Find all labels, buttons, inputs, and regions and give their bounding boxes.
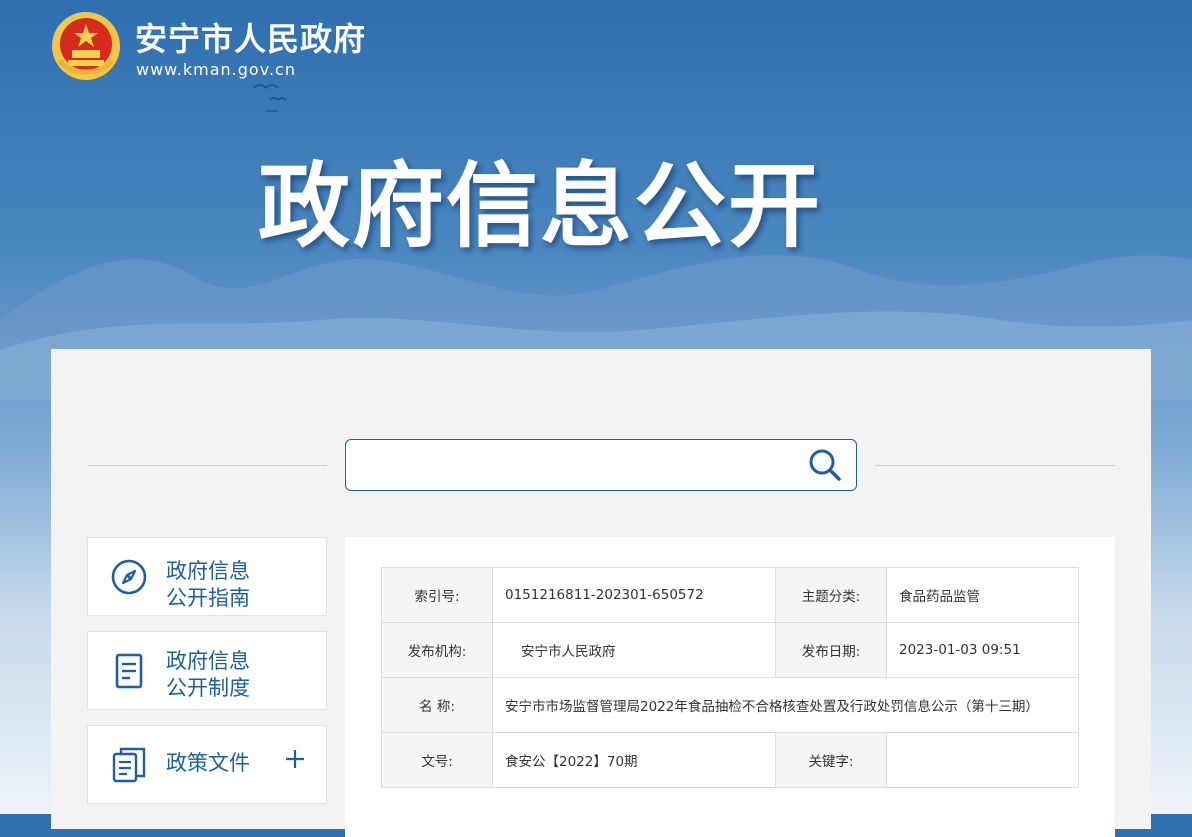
index-label: 索引号: xyxy=(381,567,493,623)
publisher-value: 安宁市人民政府 xyxy=(492,622,776,678)
article-meta-card: 索引号: 0151216811-202301-650572 主题分类: 食品药品… xyxy=(345,537,1115,837)
national-emblem-icon xyxy=(52,12,120,80)
search-icon[interactable] xyxy=(808,448,842,482)
table-row: 索引号: 0151216811-202301-650572 主题分类: 食品药品… xyxy=(381,567,1079,623)
sidebar-item-label: 政策文件 xyxy=(166,751,250,775)
category-label: 主题分类: xyxy=(775,567,887,623)
keywords-value xyxy=(886,732,1079,788)
title-value: 安宁市市场监督管理局2022年食品抽检不合格核查处置及行政处罚信息公示（第十三期… xyxy=(492,677,1079,733)
index-value: 0151216811-202301-650572 xyxy=(492,567,776,623)
compass-icon xyxy=(111,559,147,595)
category-value: 食品药品监管 xyxy=(886,567,1079,623)
keywords-label: 关键字: xyxy=(775,732,887,788)
hero-title: 政府信息公开 xyxy=(258,153,823,260)
doc-number-label: 文号: xyxy=(381,732,493,788)
search-divider-left xyxy=(87,465,327,466)
site-url[interactable]: www.kman.gov.cn xyxy=(136,60,296,79)
meta-table: 索引号: 0151216811-202301-650572 主题分类: 食品药品… xyxy=(381,567,1079,788)
table-row: 文号: 食安公【2022】70期 关键字: xyxy=(381,732,1079,788)
search-divider-right xyxy=(875,465,1115,466)
title-label: 名 称: xyxy=(381,677,493,733)
table-row: 名 称: 安宁市市场监督管理局2022年食品抽检不合格核查处置及行政处罚信息公示… xyxy=(381,677,1079,733)
publish-date-label: 发布日期: xyxy=(775,622,887,678)
sidebar-item-label: 政府信息 公开制度 xyxy=(166,649,250,700)
search-input[interactable] xyxy=(358,448,792,482)
main-panel: 政府信息 公开指南 政府信息 公开制度 政策文件 索引号: 0151216811… xyxy=(51,349,1151,837)
search-box xyxy=(345,439,857,491)
birds-decoration xyxy=(253,84,287,113)
sidebar-item-label: 政府信息 公开指南 xyxy=(166,559,250,610)
document-icon xyxy=(115,653,143,689)
sidebar-item-system[interactable]: 政府信息 公开制度 xyxy=(87,631,327,710)
site-name[interactable]: 安宁市人民政府 xyxy=(135,14,366,60)
table-row: 发布机构: 安宁市人民政府 发布日期: 2023-01-03 09:51 xyxy=(381,622,1079,678)
publish-date-value: 2023-01-03 09:51 xyxy=(886,622,1079,678)
sidebar-item-guide[interactable]: 政府信息 公开指南 xyxy=(87,537,327,616)
publisher-label: 发布机构: xyxy=(381,622,493,678)
files-icon xyxy=(112,747,146,783)
sidebar-item-policy[interactable]: 政策文件 xyxy=(87,725,327,804)
doc-number-value: 食安公【2022】70期 xyxy=(492,732,776,788)
plus-icon[interactable] xyxy=(284,748,306,770)
